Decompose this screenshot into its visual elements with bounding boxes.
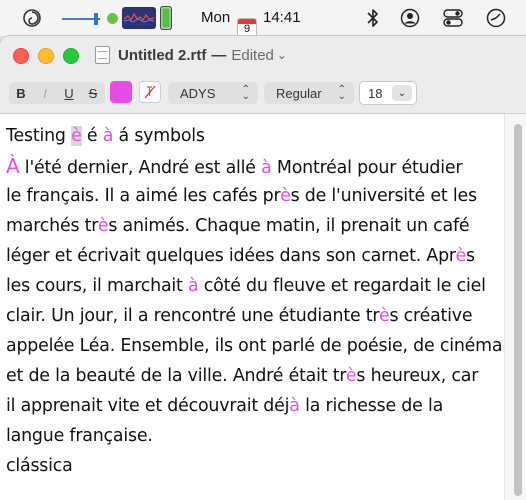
text-run: il apprenait vite et découvrait déj <box>6 396 290 416</box>
text-run: marchés tr <box>6 216 98 236</box>
background-color-well[interactable] <box>139 81 161 103</box>
highlighted-character: è <box>455 246 466 266</box>
font-size-value: 18 <box>368 85 383 101</box>
text-run: s <box>465 246 475 266</box>
text-run: les cours, il marchait <box>6 276 188 296</box>
text-run: la richesse de la <box>299 396 444 416</box>
zoom-button[interactable] <box>63 48 79 64</box>
text-run: s animés. Chaque matin, il prenait un ca… <box>108 216 470 236</box>
chevron-down-icon[interactable]: ⌄ <box>392 85 412 101</box>
font-size-field[interactable]: 18 ⌄ <box>359 81 417 105</box>
scroll-thumb[interactable] <box>514 124 522 496</box>
close-button[interactable] <box>13 48 29 64</box>
updown-chevron-icon: ⌃ ⌄ <box>337 84 346 102</box>
audio-slider-icon[interactable] <box>60 12 104 26</box>
edited-status: Edited <box>231 46 274 64</box>
text-run: clair. Un jour, il a rencontré une étudi… <box>6 306 379 326</box>
highlighted-character: à <box>289 396 300 416</box>
highlighted-character: è <box>280 186 291 206</box>
text-run: Testing <box>6 126 72 146</box>
text-line[interactable]: À l'été dernier, André est allé à Montré… <box>6 151 498 181</box>
font-family-value: ADYS <box>180 85 216 101</box>
format-toolbar: B I U S ADYS ⌃ ⌄ Regular ⌃ ⌄ 18 ⌄ <box>0 75 526 114</box>
text-run: le français. Il a aimé les cafés pr <box>6 186 281 206</box>
italic-button[interactable]: I <box>33 86 57 101</box>
text-line[interactable]: le français. Il a aimé les cafés près de… <box>6 181 498 211</box>
text-line[interactable]: clair. Un jour, il a rencontré une étudi… <box>6 301 498 331</box>
text-run: é <box>81 126 103 146</box>
title-separator: — <box>211 46 227 64</box>
minimize-button[interactable] <box>38 48 54 64</box>
text-line[interactable]: les cours, il marchait à côté du fleuve … <box>6 271 498 301</box>
highlighted-character: À <box>6 154 20 178</box>
calendar-icon[interactable]: 9 <box>237 17 257 37</box>
chevron-down-icon[interactable]: ⌄ <box>277 48 287 62</box>
clock-icon[interactable] <box>486 8 506 28</box>
text-line[interactable]: il apprenait vite et découvrait déjà la … <box>6 391 498 421</box>
text-run: l'été dernier, André est allé <box>19 158 262 178</box>
highlighted-character: è <box>97 216 109 236</box>
swirl-app-icon[interactable] <box>22 8 42 28</box>
user-icon[interactable] <box>400 8 420 28</box>
waveform-icon[interactable] <box>122 7 156 29</box>
text-line[interactable]: léger et écrivait quelques idées dans so… <box>6 241 498 271</box>
text-line[interactable]: marchés très animés. Chaque matin, il pr… <box>6 211 498 241</box>
text-run: á symbols <box>113 126 205 146</box>
calendar-day-number: 9 <box>243 22 251 35</box>
menubar-day[interactable]: Mon <box>201 9 230 26</box>
text-line[interactable]: appelée Léa. Ensemble, ils ont parlé de … <box>6 331 503 361</box>
text-run: Montréal pour étudier <box>271 158 463 178</box>
document-text-area[interactable]: Testing è é à á symbols À l'été dernier, … <box>0 114 504 500</box>
highlighted-character: à <box>261 158 272 178</box>
status-dot-icon[interactable] <box>107 13 118 24</box>
strikethrough-button[interactable]: S <box>81 86 105 101</box>
control-center-icon[interactable] <box>443 8 463 28</box>
text-run: côté du fleuve et regardait le ciel <box>198 276 486 296</box>
text-run: s heureux, car <box>356 366 479 386</box>
text-style-buttons: B I U S <box>9 82 105 104</box>
text-run: appelée Léa. Ensemble, ils ont parlé de … <box>6 336 503 356</box>
highlighted-character: è <box>71 126 82 146</box>
highlighted-character: à <box>102 126 114 146</box>
highlighted-character: è <box>378 306 390 326</box>
highlighted-character: è <box>345 366 357 386</box>
document-icon <box>95 46 110 64</box>
text-line[interactable]: et de la beauté de la ville. André était… <box>6 361 498 391</box>
updown-chevron-icon: ⌃ ⌄ <box>241 84 250 102</box>
vertical-scrollbar[interactable] <box>504 114 526 500</box>
text-line[interactable]: Testing è é à á symbols <box>6 121 498 151</box>
text-run: s de l'université et les <box>290 186 477 206</box>
document-title: Untitled 2.rtf <box>118 46 207 64</box>
text-line[interactable]: langue française. <box>6 421 498 451</box>
text-run: clássica <box>6 456 73 476</box>
highlighted-character: à <box>187 276 199 296</box>
text-line[interactable]: clássica <box>6 451 498 481</box>
font-style-popup[interactable]: Regular ⌃ ⌄ <box>264 82 354 104</box>
text-color-well[interactable] <box>110 81 132 103</box>
no-color-icon <box>144 85 156 99</box>
title-bar[interactable]: Untitled 2.rtf — Edited ⌄ <box>0 36 526 75</box>
text-run: et de la beauté de la ville. André était… <box>6 366 346 386</box>
menu-bar: Mon 9 14:41 <box>0 0 526 37</box>
document-body[interactable]: Testing è é à á symbols À l'été dernier, … <box>6 121 503 481</box>
text-run: s créative <box>389 306 473 326</box>
underline-button[interactable]: U <box>57 86 81 101</box>
menubar-clock[interactable]: 14:41 <box>263 9 301 26</box>
bold-button[interactable]: B <box>9 86 33 101</box>
text-run: léger et écrivait quelques idées dans so… <box>6 246 456 266</box>
text-run: langue française. <box>6 426 153 446</box>
font-style-value: Regular <box>276 85 322 101</box>
font-family-popup[interactable]: ADYS ⌃ ⌄ <box>168 82 258 104</box>
window-title[interactable]: Untitled 2.rtf — Edited ⌄ <box>95 46 287 64</box>
flag-icon[interactable] <box>323 11 346 26</box>
bluetooth-icon[interactable] <box>365 8 381 28</box>
battery-icon[interactable] <box>160 6 172 30</box>
